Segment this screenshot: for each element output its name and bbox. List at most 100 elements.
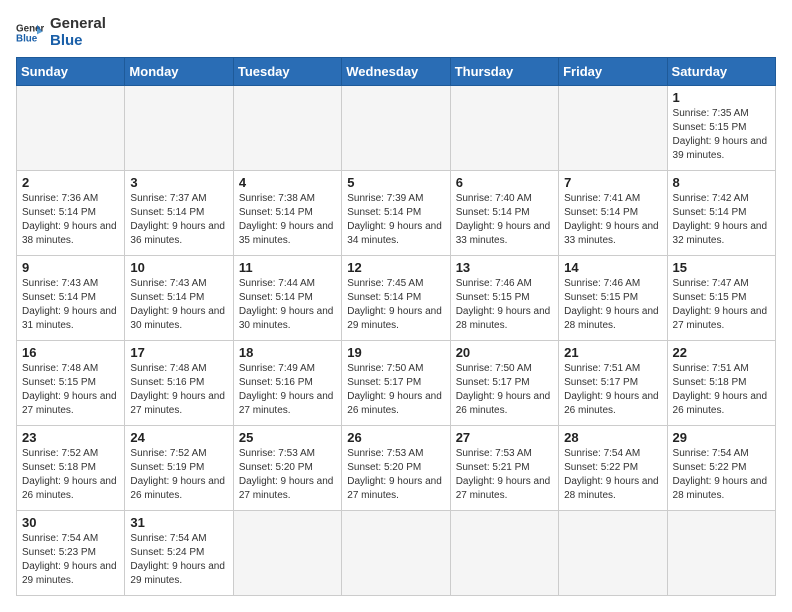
calendar-cell: 25 Sunrise: 7:53 AMSunset: 5:20 PMDayligh… xyxy=(233,426,341,511)
weekday-header-wednesday: Wednesday xyxy=(342,58,450,86)
day-number: 24 xyxy=(130,430,227,445)
day-number: 25 xyxy=(239,430,336,445)
calendar-cell xyxy=(559,86,667,171)
day-number: 14 xyxy=(564,260,661,275)
day-number: 22 xyxy=(673,345,770,360)
calendar-cell: 12Sunrise: 7:45 AMSunset: 5:14 PMDayligh… xyxy=(342,256,450,341)
calendar-cell: 31 Sunrise: 7:54 AMSunset: 5:24 PMDayligh… xyxy=(125,511,233,596)
calendar-cell: 5Sunrise: 7:39 AMSunset: 5:14 PMDaylight… xyxy=(342,171,450,256)
calendar-cell xyxy=(667,511,775,596)
day-info: Sunrise: 7:53 AMSunset: 5:20 PMDaylight:… xyxy=(347,447,444,503)
calendar-row: 1 Sunrise: 7:35 AMSunset: 5:15 PMDaylight… xyxy=(17,86,776,171)
day-number: 30 xyxy=(22,515,119,530)
logo: General Blue General Blue xyxy=(16,16,106,49)
calendar-cell: 28 Sunrise: 7:54 AMSunset: 5:22 PMDayligh… xyxy=(559,426,667,511)
day-info: Sunrise: 7:52 AMSunset: 5:19 PMDaylight:… xyxy=(130,447,227,503)
calendar-cell: 16 Sunrise: 7:48 AMSunset: 5:15 PMDayligh… xyxy=(17,341,125,426)
day-number: 11 xyxy=(239,260,336,275)
day-number: 2 xyxy=(22,175,119,190)
day-info: Sunrise: 7:46 AMSunset: 5:15 PMDaylight:… xyxy=(564,277,661,333)
day-number: 27 xyxy=(456,430,553,445)
calendar-cell: 27 Sunrise: 7:53 AMSunset: 5:21 PMDayligh… xyxy=(450,426,558,511)
day-info: Sunrise: 7:43 AMSunset: 5:14 PMDaylight:… xyxy=(130,277,227,333)
day-info: Sunrise: 7:54 AMSunset: 5:24 PMDaylight:… xyxy=(130,532,227,588)
day-info: Sunrise: 7:54 AMSunset: 5:23 PMDaylight:… xyxy=(22,532,119,588)
day-info: Sunrise: 7:48 AMSunset: 5:15 PMDaylight:… xyxy=(22,362,119,418)
day-info: Sunrise: 7:54 AMSunset: 5:22 PMDaylight:… xyxy=(673,447,770,503)
day-number: 16 xyxy=(22,345,119,360)
calendar-cell: 11 Sunrise: 7:44 AMSunset: 5:14 PMDayligh… xyxy=(233,256,341,341)
day-info: Sunrise: 7:39 AMSunset: 5:14 PMDaylight:… xyxy=(347,192,444,248)
calendar-cell: 7 Sunrise: 7:41 AMSunset: 5:14 PMDaylight… xyxy=(559,171,667,256)
day-info: Sunrise: 7:38 AMSunset: 5:14 PMDaylight:… xyxy=(239,192,336,248)
day-info: Sunrise: 7:37 AMSunset: 5:14 PMDaylight:… xyxy=(130,192,227,248)
day-info: Sunrise: 7:50 AMSunset: 5:17 PMDaylight:… xyxy=(347,362,444,418)
day-number: 7 xyxy=(564,175,661,190)
day-info: Sunrise: 7:43 AMSunset: 5:14 PMDaylight:… xyxy=(22,277,119,333)
weekday-header-tuesday: Tuesday xyxy=(233,58,341,86)
calendar-row: 23 Sunrise: 7:52 AMSunset: 5:18 PMDayligh… xyxy=(17,426,776,511)
day-info: Sunrise: 7:36 AMSunset: 5:14 PMDaylight:… xyxy=(22,192,119,248)
day-info: Sunrise: 7:53 AMSunset: 5:21 PMDaylight:… xyxy=(456,447,553,503)
day-number: 21 xyxy=(564,345,661,360)
day-number: 9 xyxy=(22,260,119,275)
calendar-cell: 9 Sunrise: 7:43 AMSunset: 5:14 PMDaylight… xyxy=(17,256,125,341)
calendar-row: 30 Sunrise: 7:54 AMSunset: 5:23 PMDayligh… xyxy=(17,511,776,596)
calendar-cell: 6Sunrise: 7:40 AMSunset: 5:14 PMDaylight… xyxy=(450,171,558,256)
day-number: 28 xyxy=(564,430,661,445)
logo-text-general: General xyxy=(50,16,106,33)
day-info: Sunrise: 7:40 AMSunset: 5:14 PMDaylight:… xyxy=(456,192,553,248)
calendar-row: 16 Sunrise: 7:48 AMSunset: 5:15 PMDayligh… xyxy=(17,341,776,426)
page-header: General Blue General Blue xyxy=(16,16,776,49)
day-number: 13 xyxy=(456,260,553,275)
calendar-cell xyxy=(450,86,558,171)
day-info: Sunrise: 7:47 AMSunset: 5:15 PMDaylight:… xyxy=(673,277,770,333)
calendar-cell: 3 Sunrise: 7:37 AMSunset: 5:14 PMDaylight… xyxy=(125,171,233,256)
calendar-cell: 21 Sunrise: 7:51 AMSunset: 5:17 PMDayligh… xyxy=(559,341,667,426)
weekday-header-row: SundayMondayTuesdayWednesdayThursdayFrid… xyxy=(17,58,776,86)
day-number: 18 xyxy=(239,345,336,360)
calendar-cell xyxy=(17,86,125,171)
day-info: Sunrise: 7:46 AMSunset: 5:15 PMDaylight:… xyxy=(456,277,553,333)
calendar-cell: 15 Sunrise: 7:47 AMSunset: 5:15 PMDayligh… xyxy=(667,256,775,341)
day-number: 10 xyxy=(130,260,227,275)
day-info: Sunrise: 7:51 AMSunset: 5:17 PMDaylight:… xyxy=(564,362,661,418)
calendar-cell: 22Sunrise: 7:51 AMSunset: 5:18 PMDayligh… xyxy=(667,341,775,426)
calendar-cell: 1 Sunrise: 7:35 AMSunset: 5:15 PMDaylight… xyxy=(667,86,775,171)
day-number: 3 xyxy=(130,175,227,190)
calendar-cell: 14 Sunrise: 7:46 AMSunset: 5:15 PMDayligh… xyxy=(559,256,667,341)
day-number: 29 xyxy=(673,430,770,445)
day-info: Sunrise: 7:52 AMSunset: 5:18 PMDaylight:… xyxy=(22,447,119,503)
day-info: Sunrise: 7:53 AMSunset: 5:20 PMDaylight:… xyxy=(239,447,336,503)
day-info: Sunrise: 7:45 AMSunset: 5:14 PMDaylight:… xyxy=(347,277,444,333)
day-info: Sunrise: 7:48 AMSunset: 5:16 PMDaylight:… xyxy=(130,362,227,418)
day-number: 23 xyxy=(22,430,119,445)
day-info: Sunrise: 7:50 AMSunset: 5:17 PMDaylight:… xyxy=(456,362,553,418)
calendar-cell: 30 Sunrise: 7:54 AMSunset: 5:23 PMDayligh… xyxy=(17,511,125,596)
weekday-header-friday: Friday xyxy=(559,58,667,86)
day-number: 1 xyxy=(673,90,770,105)
day-info: Sunrise: 7:41 AMSunset: 5:14 PMDaylight:… xyxy=(564,192,661,248)
calendar-cell: 24 Sunrise: 7:52 AMSunset: 5:19 PMDayligh… xyxy=(125,426,233,511)
day-number: 26 xyxy=(347,430,444,445)
weekday-header-thursday: Thursday xyxy=(450,58,558,86)
calendar-table: SundayMondayTuesdayWednesdayThursdayFrid… xyxy=(16,57,776,596)
day-info: Sunrise: 7:35 AMSunset: 5:15 PMDaylight:… xyxy=(673,107,770,163)
calendar-cell xyxy=(125,86,233,171)
calendar-cell xyxy=(233,511,341,596)
calendar-cell xyxy=(233,86,341,171)
calendar-cell: 17 Sunrise: 7:48 AMSunset: 5:16 PMDayligh… xyxy=(125,341,233,426)
calendar-cell: 4Sunrise: 7:38 AMSunset: 5:14 PMDaylight… xyxy=(233,171,341,256)
day-number: 31 xyxy=(130,515,227,530)
svg-text:Blue: Blue xyxy=(16,33,38,44)
calendar-cell: 26 Sunrise: 7:53 AMSunset: 5:20 PMDayligh… xyxy=(342,426,450,511)
day-number: 17 xyxy=(130,345,227,360)
calendar-cell: 19Sunrise: 7:50 AMSunset: 5:17 PMDayligh… xyxy=(342,341,450,426)
day-info: Sunrise: 7:44 AMSunset: 5:14 PMDaylight:… xyxy=(239,277,336,333)
calendar-body: 1 Sunrise: 7:35 AMSunset: 5:15 PMDaylight… xyxy=(17,86,776,596)
calendar-cell xyxy=(450,511,558,596)
day-number: 15 xyxy=(673,260,770,275)
calendar-cell xyxy=(342,86,450,171)
day-info: Sunrise: 7:54 AMSunset: 5:22 PMDaylight:… xyxy=(564,447,661,503)
calendar-cell: 8Sunrise: 7:42 AMSunset: 5:14 PMDaylight… xyxy=(667,171,775,256)
